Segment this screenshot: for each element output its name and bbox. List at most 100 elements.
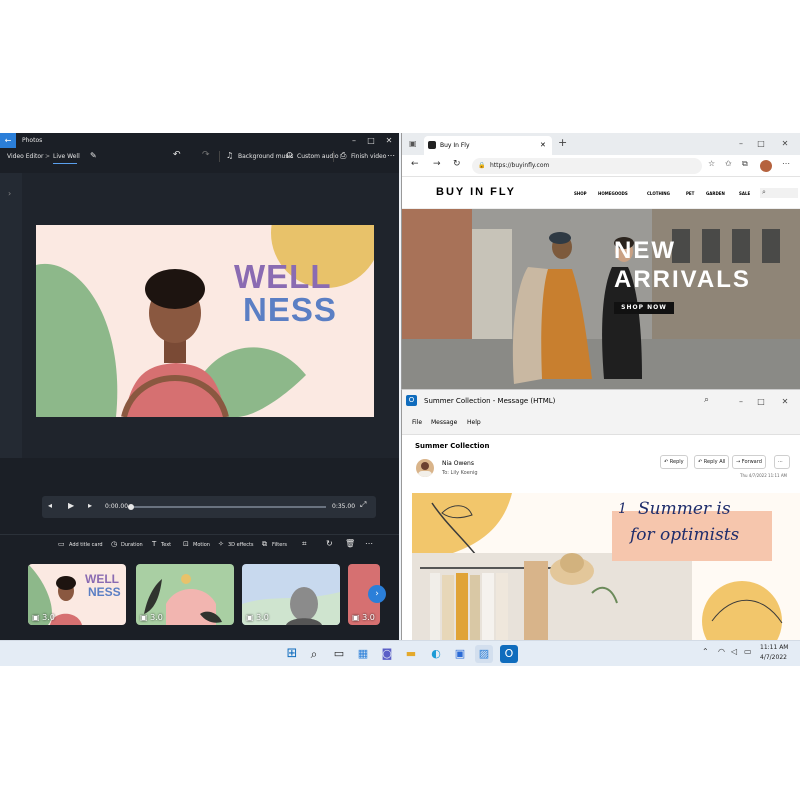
forward-button[interactable]: → Forward (732, 455, 766, 469)
motion-icon: ⊡ (183, 540, 189, 548)
profile-avatar[interactable] (760, 160, 772, 172)
recipient-line: To: Lily Koenig (442, 470, 478, 476)
favorite-star-icon[interactable]: ☆ (708, 159, 715, 168)
clock-date[interactable]: 4/7/2022 (760, 654, 787, 661)
nav-homegoods[interactable]: HOMEGOODS (598, 191, 628, 196)
3d-effects-button[interactable]: 3D effects (228, 542, 254, 548)
chevron-up-icon[interactable]: ⌃ (702, 647, 709, 656)
search-icon[interactable]: ⌕ (305, 645, 323, 663)
maximize-icon[interactable]: □ (752, 136, 770, 151)
clock-time[interactable]: 11:11 AM (760, 644, 788, 651)
breadcrumb-video-editor[interactable]: Video Editor (7, 153, 43, 160)
seek-thumb[interactable] (128, 504, 134, 510)
close-icon[interactable]: ✕ (380, 133, 398, 148)
previous-frame-icon[interactable]: ◂ (48, 501, 52, 510)
nav-garden[interactable]: GARDEN (706, 191, 725, 196)
minimize-icon[interactable]: – (732, 136, 750, 151)
sender-avatar[interactable] (416, 459, 434, 477)
minimize-icon[interactable]: – (732, 394, 750, 409)
reply-all-button[interactable]: ↶ Reply All (694, 455, 730, 469)
favorites-icon[interactable]: ✩ (725, 159, 732, 168)
search-icon[interactable]: ⌕ (704, 395, 709, 405)
store-icon[interactable]: ▣ (451, 645, 469, 663)
newsletter-line1: Summer is (638, 499, 731, 519)
breadcrumb-project[interactable]: Live Well (53, 153, 80, 160)
next-frame-icon[interactable]: ▸ (88, 501, 92, 510)
clock-icon: ◷ (111, 540, 118, 548)
shop-now-button[interactable]: SHOP NOW (614, 302, 674, 314)
pencil-icon[interactable]: ✎ (90, 151, 97, 160)
newsletter-number: 1 (618, 501, 627, 517)
clip-duration: ▣ 3.0 (32, 613, 55, 622)
back-icon[interactable]: ← (411, 159, 419, 169)
outlook-logo-icon: O (406, 395, 417, 406)
nav-clothing[interactable]: CLOTHING (647, 191, 670, 196)
url-input[interactable]: 🔒 https://buyinfly.com (472, 158, 702, 174)
clip-title-line2: NESS (88, 585, 121, 599)
fullscreen-icon[interactable]: ⤢ (360, 500, 366, 510)
clip-card[interactable]: WELL NESS ▣ 3.0 (28, 564, 126, 625)
undo-icon[interactable]: ↶ (173, 150, 181, 160)
collections-icon[interactable]: ⧉ (742, 159, 748, 169)
duration-button[interactable]: Duration (121, 542, 143, 548)
menu-message[interactable]: Message (431, 419, 457, 426)
more-icon[interactable]: ⋯ (365, 539, 373, 548)
new-tab-icon[interactable]: + (558, 136, 567, 149)
refresh-icon[interactable]: ↻ (453, 159, 461, 169)
nav-shop[interactable]: SHOP (574, 191, 587, 196)
site-logo[interactable]: BUY IN FLY (436, 186, 516, 198)
chevron-right-icon[interactable]: › (8, 189, 11, 198)
rotate-icon[interactable]: ↻ (326, 539, 333, 548)
tab-actions-icon[interactable]: ▣ (409, 139, 417, 148)
more-actions-button[interactable]: ⋯ (774, 455, 790, 469)
filters-icon: ⧉ (262, 540, 267, 548)
task-view-icon[interactable]: ▭ (330, 645, 348, 663)
tab-close-icon[interactable]: ✕ (540, 136, 546, 155)
wifi-icon[interactable]: ◠ (718, 647, 725, 656)
sender-name[interactable]: Nia Owens (442, 460, 474, 467)
forward-icon[interactable]: → (433, 159, 441, 169)
finish-video-button[interactable]: Finish video (351, 153, 386, 160)
clip-card[interactable]: ▣ 3.0 (136, 564, 234, 625)
nav-sale[interactable]: SALE (739, 191, 750, 196)
text-button[interactable]: Text (161, 542, 171, 548)
menu-help[interactable]: Help (467, 419, 481, 426)
seek-track[interactable] (130, 506, 326, 508)
hero-banner[interactable]: NEW ARRIVALS SHOP NOW (402, 209, 800, 389)
maximize-icon[interactable]: □ (362, 133, 380, 148)
volume-icon[interactable]: ◁ (731, 647, 737, 656)
close-icon[interactable]: ✕ (776, 136, 794, 151)
back-arrow-icon[interactable]: ← (0, 133, 16, 148)
file-explorer-icon[interactable]: ▬ (402, 645, 420, 663)
clip-title-line1: WELL (85, 572, 119, 586)
site-search-input[interactable]: ⌕ (760, 188, 798, 198)
crop-icon[interactable]: ⌗ (302, 539, 307, 549)
redo-icon[interactable]: ↷ (202, 150, 210, 160)
outlook-app-icon[interactable]: O (500, 645, 518, 663)
menu-file[interactable]: File (412, 419, 422, 426)
scroll-right-button[interactable]: › (368, 585, 386, 603)
delete-icon[interactable]: 🗑 (345, 539, 355, 548)
more-icon[interactable]: ⋯ (782, 159, 790, 168)
more-icon[interactable]: ⋯ (387, 151, 395, 160)
edge-browser-icon[interactable]: ◐ (427, 645, 445, 663)
start-icon[interactable]: ⊞ (283, 645, 301, 663)
chat-icon[interactable]: ◙ (378, 645, 396, 663)
maximize-icon[interactable]: □ (752, 394, 770, 409)
clip-card[interactable]: ▣ 3.0 (242, 564, 340, 625)
reply-button[interactable]: ↶ Reply (660, 455, 688, 469)
widgets-icon[interactable]: ▦ (354, 645, 372, 663)
battery-icon[interactable]: ▭ (744, 647, 752, 656)
export-icon: ⎙ (340, 151, 347, 160)
filters-button[interactable]: Filters (272, 542, 287, 548)
motion-button[interactable]: Motion (193, 542, 210, 548)
nav-pet[interactable]: PET (686, 191, 694, 196)
photos-app-icon[interactable]: ▨ (475, 645, 493, 663)
add-title-card-button[interactable]: Add title card (69, 542, 103, 548)
newsletter-line2: for optimists (630, 525, 740, 545)
browser-tab[interactable]: Buy In Fly ✕ (424, 136, 552, 155)
play-icon[interactable]: ▶ (68, 501, 74, 510)
close-icon[interactable]: ✕ (776, 394, 794, 409)
music-note-icon: ♫ (226, 151, 234, 160)
minimize-icon[interactable]: – (345, 133, 363, 148)
